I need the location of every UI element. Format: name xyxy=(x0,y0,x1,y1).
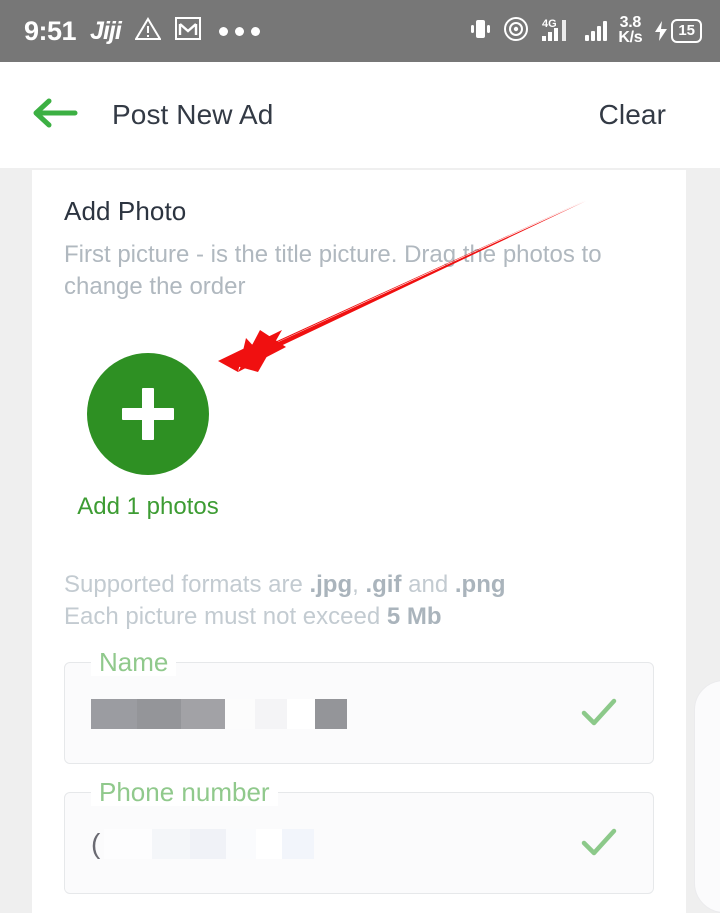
page-title: Post New Ad xyxy=(112,99,274,130)
name-field-value[interactable] xyxy=(91,693,347,735)
add-photo-heading: Add Photo xyxy=(64,196,187,226)
status-clock: 9:51 xyxy=(24,15,77,46)
app-bar: Post New Ad Clear xyxy=(0,62,720,168)
hotspot-icon xyxy=(503,16,529,47)
charging-bolt-icon xyxy=(655,21,668,41)
vibrate-icon xyxy=(468,17,492,46)
add-photo-subtitle: First picture - is the title picture. Dr… xyxy=(64,241,602,300)
phone-screen: 9:51 Jiji 4G 3.8 K/s 15 Post New Ad Clea… xyxy=(0,0,720,913)
add-photo-count-label[interactable]: Add 1 photos xyxy=(64,493,232,521)
name-field[interactable]: Name xyxy=(64,647,654,764)
redacted-value xyxy=(91,698,347,729)
arrow-left-icon xyxy=(31,96,79,135)
signal-4g-icon: 4G xyxy=(540,16,574,47)
phone-number-field-value[interactable]: ( xyxy=(91,823,315,865)
more-dots-icon xyxy=(218,26,260,36)
warning-triangle-icon xyxy=(134,16,162,46)
format-png: .png xyxy=(454,570,506,598)
supported-formats-note: Supported formats are .jpg, .gif and .pn… xyxy=(64,569,654,634)
data-rate-unit: K/s xyxy=(618,29,643,46)
signal-bars-icon xyxy=(585,21,608,41)
adjacent-screen-peek xyxy=(694,680,720,913)
battery-level: 15 xyxy=(671,19,702,43)
gmail-icon xyxy=(174,16,201,46)
status-bar-left: 9:51 Jiji xyxy=(24,16,260,46)
format-gif: .gif xyxy=(365,570,402,598)
formats-prefix-text: Supported formats are xyxy=(64,570,310,598)
clear-button[interactable]: Clear xyxy=(599,99,666,131)
size-limit-value: 5 Mb xyxy=(386,603,442,631)
data-rate-indicator: 3.8 K/s xyxy=(618,15,643,46)
phone-number-field-label: Phone number xyxy=(91,777,278,807)
status-bar-right: 4G 3.8 K/s 15 xyxy=(468,15,702,47)
name-field-label: Name xyxy=(91,647,177,677)
formats-sep1: , xyxy=(352,570,366,598)
phone-prefix-text: ( xyxy=(91,827,101,859)
phone-number-field[interactable]: Phone number ( xyxy=(64,777,654,894)
redacted-value xyxy=(104,828,315,859)
check-icon xyxy=(579,825,619,866)
format-jpg: .jpg xyxy=(309,570,353,598)
back-button[interactable] xyxy=(24,84,86,146)
jiji-app-icon: Jiji xyxy=(90,16,122,45)
size-limit-prefix: Each picture must not exceed xyxy=(64,603,387,631)
formats-sep2: and xyxy=(401,570,455,598)
add-photo-block: Add 1 photos xyxy=(64,352,232,521)
post-ad-form-card: Add Photo First picture - is the title p… xyxy=(32,170,686,913)
status-bar: 9:51 Jiji 4G 3.8 K/s 15 xyxy=(0,0,720,62)
check-icon xyxy=(579,695,619,736)
add-photo-button[interactable] xyxy=(87,352,209,475)
battery-indicator: 15 xyxy=(653,19,702,43)
